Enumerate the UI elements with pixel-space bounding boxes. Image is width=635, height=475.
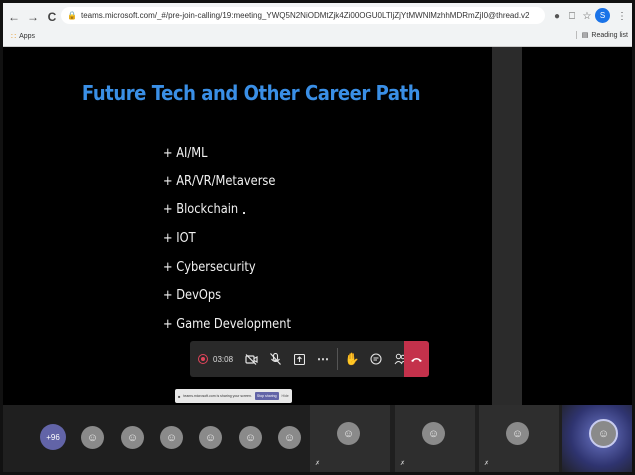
controls-divider — [337, 348, 339, 370]
menu-kebab-icon[interactable]: ⋮ — [615, 9, 629, 23]
slide-bullet: + AR/VR/Metaverse — [163, 174, 276, 189]
slide-bullet: + IOT — [163, 231, 196, 246]
call-controls-bar: 03:08 ⋯ ✋ — [190, 341, 429, 377]
reading-list-label: Reading list — [591, 31, 628, 39]
participant-tile[interactable]: ☺ ✗ — [310, 405, 390, 472]
notice-icon: ■ — [178, 393, 181, 399]
reading-list-icon: ▤ — [581, 32, 589, 39]
stage-divider — [492, 47, 522, 405]
raise-hand-icon[interactable]: ✋ — [340, 341, 364, 377]
camera-indicator-icon[interactable]: ● — [550, 9, 564, 23]
slide-title: Future Tech and Other Career Path — [81, 81, 421, 105]
forward-arrow-icon[interactable]: → — [25, 8, 41, 26]
overflow-participants-button[interactable]: +96 — [40, 424, 66, 450]
reading-list-button[interactable]: ▤ Reading list — [575, 31, 628, 39]
hide-notice-button[interactable]: Hide — [282, 394, 289, 398]
browser-toolbar: ← → C 🔒 teams.microsoft.com/_#/pre-join-… — [3, 3, 632, 30]
mic-muted-icon[interactable] — [263, 341, 287, 377]
pointer-dot — [243, 212, 245, 214]
browser-window: ← → C 🔒 teams.microsoft.com/_#/pre-join-… — [0, 0, 635, 475]
participant-avatar: ☺ — [337, 422, 360, 445]
active-speaker-tile[interactable]: ☺ — [562, 405, 632, 472]
camera-off-icon[interactable] — [239, 341, 263, 377]
participant-avatar[interactable]: ☺ — [199, 426, 222, 449]
mic-muted-icon: ✗ — [400, 461, 406, 467]
screen-sharing-notice: ■ teams.microsoft.com is sharing your sc… — [175, 389, 292, 403]
bookmark-star-icon[interactable]: ☆ — [580, 9, 594, 23]
url-text[interactable]: teams.microsoft.com/_#/pre-join-calling/… — [81, 11, 530, 20]
profile-avatar[interactable]: S — [595, 8, 610, 23]
leave-call-button[interactable] — [404, 341, 429, 377]
participant-avatar[interactable]: ☺ — [239, 426, 262, 449]
participant-avatar[interactable]: ☺ — [160, 426, 183, 449]
apps-grid-icon: ∷ — [11, 32, 17, 41]
lock-icon: 🔒 — [67, 11, 77, 20]
participant-avatar[interactable]: ☺ — [81, 426, 104, 449]
slide-bullet: + Blockchain — [163, 202, 239, 217]
back-arrow-icon[interactable]: ← — [6, 8, 22, 26]
slide-bullet: + DevOps — [163, 288, 222, 303]
mic-muted-icon: ✗ — [315, 461, 321, 467]
chat-icon[interactable] — [364, 341, 388, 377]
bookmarks-bar: ∷ Apps ▤ Reading list — [3, 30, 632, 47]
share-icon[interactable]: ⎕ — [565, 9, 579, 23]
slide-bullet: + AI/ML — [163, 146, 208, 161]
meeting-stage: Future Tech and Other Career Path + AI/M… — [3, 47, 632, 405]
slide-bullet: + Cybersecurity — [163, 260, 256, 275]
call-timer: 03:08 — [213, 354, 234, 364]
participant-avatar[interactable]: ☺ — [278, 426, 301, 449]
participant-tile[interactable]: ☺ ✗ — [395, 405, 475, 472]
more-actions-icon[interactable]: ⋯ — [311, 341, 335, 377]
recording-icon — [198, 354, 208, 364]
participant-avatar: ☺ — [422, 422, 445, 445]
participant-strip: +96 ☺ ☺ ☺ ☺ ☺ ☺ ☺ ✗ ☺ ✗ ☺ ✗ ☺ — [3, 405, 632, 472]
participant-tile[interactable]: ☺ ✗ — [479, 405, 559, 472]
slide-bullet: + Game Development — [163, 317, 291, 332]
reload-icon[interactable]: C — [44, 8, 60, 26]
participant-avatar: ☺ — [589, 419, 618, 448]
mic-muted-icon: ✗ — [484, 461, 490, 467]
notice-text: teams.microsoft.com is sharing your scre… — [183, 394, 252, 398]
share-screen-icon[interactable] — [287, 341, 311, 377]
stop-sharing-button[interactable]: Stop sharing — [254, 392, 279, 400]
address-bar[interactable]: 🔒 teams.microsoft.com/_#/pre-join-callin… — [61, 7, 545, 24]
apps-label: Apps — [19, 33, 36, 40]
participant-avatar: ☺ — [506, 422, 529, 445]
apps-shortcut[interactable]: ∷ Apps — [11, 32, 35, 41]
participant-avatar[interactable]: ☺ — [121, 426, 144, 449]
